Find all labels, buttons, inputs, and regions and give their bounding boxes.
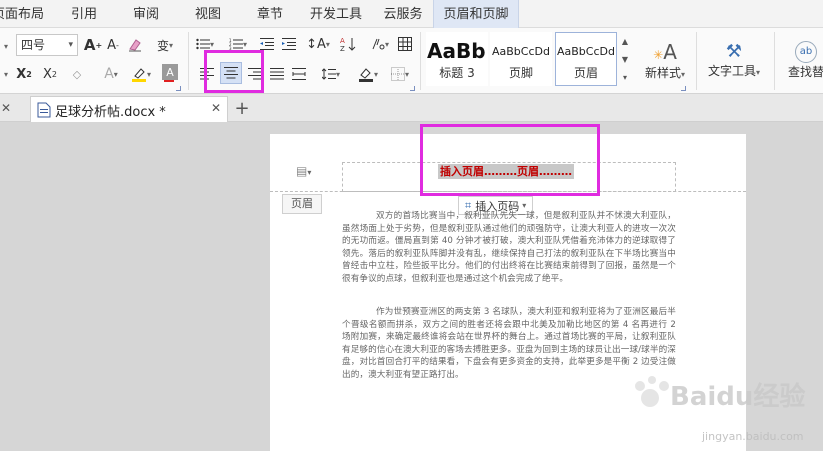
style-name: 页眉 (573, 66, 598, 80)
close-prev-tab-icon[interactable]: ✕ (0, 98, 12, 118)
highlight-color-icon[interactable]: ▾ (128, 64, 154, 84)
close-tab-icon[interactable]: ✕ (211, 101, 221, 115)
text-tools-label: 文字工具 (707, 64, 756, 78)
tab-cloud[interactable]: 云服务 (378, 0, 428, 28)
tab-references[interactable]: 引用 (62, 0, 106, 28)
new-tab-button[interactable]: + (232, 96, 252, 120)
paragraph-dialog-launcher[interactable] (410, 86, 415, 91)
style-name: 页脚 (508, 66, 533, 80)
gallery-more-icon[interactable]: ▾ (619, 68, 631, 86)
gallery-down-icon[interactable]: ▼ (619, 50, 631, 68)
styles-dialog-launcher[interactable] (681, 86, 686, 91)
word-doc-icon (37, 102, 51, 121)
tab-review[interactable]: 审阅 (124, 0, 168, 28)
divider (696, 32, 697, 90)
tab-view[interactable]: 视图 (186, 0, 230, 28)
text-tools-button[interactable]: ⚒ 文字工具▾ (702, 34, 766, 86)
find-replace-icon: ab (795, 40, 817, 63)
style-sample: AaBbCcDd (557, 45, 615, 58)
text-direction-icon[interactable]: ↕A ▾ (304, 34, 332, 54)
style-name: 标题 3 (439, 66, 475, 80)
style-footer[interactable]: AaBbCcDd 页脚 (490, 32, 552, 86)
document-tab-title: 足球分析帖.docx * (55, 105, 166, 120)
subscript-icon[interactable]: X2 (40, 64, 60, 84)
font-dialog-launcher[interactable] (176, 86, 181, 91)
document-tab[interactable]: 足球分析帖.docx * ✕ (30, 96, 228, 122)
document-tab-bar: ✕ 足球分析帖.docx * ✕ + (0, 94, 823, 122)
divider (188, 32, 189, 90)
annotation-highlight-align (204, 50, 264, 93)
gallery-up-icon[interactable]: ▲ (619, 32, 631, 50)
annotation-highlight-header (420, 124, 600, 196)
sort-icon[interactable]: AZ (338, 34, 358, 54)
table-icon[interactable] (396, 34, 414, 54)
border-icon[interactable]: ▾ (386, 64, 414, 84)
style-heading3[interactable]: AaBb( 标题 3 (426, 32, 488, 86)
text-effect-icon[interactable]: A ▾ (98, 64, 124, 84)
baidu-watermark: Baidu经验 jingyan.baidu.com (620, 354, 820, 451)
line-spacing-icon[interactable]: ▾ (318, 64, 344, 84)
svg-text:Z: Z (340, 45, 345, 52)
clear-format-icon[interactable] (126, 34, 144, 56)
clear-icon[interactable]: ◇ (66, 64, 88, 84)
char-shading-icon[interactable]: A (162, 64, 178, 80)
divider (420, 32, 421, 90)
new-style-label: 新样式 (644, 65, 681, 80)
grow-font-icon[interactable]: A + (84, 34, 102, 56)
watermark-brand: Baidu经验 (670, 382, 806, 412)
find-replace-label: 查找替 (787, 64, 823, 79)
style-sample: AaBbCcDd (492, 45, 550, 58)
style-header[interactable]: AaBbCcDd 页眉 (555, 32, 617, 86)
ribbon-toolbar: ▾ 四号 ▾ A+ A- 变▾ ▾ X2 X2 ◇ A▾ ▾ A▾ A ▾ 12… (0, 28, 823, 94)
text-tools-icon: ⚒ (725, 41, 743, 62)
superscript-icon[interactable]: X2 (14, 64, 34, 84)
font-size-select[interactable]: 四号 ▾ (16, 34, 78, 56)
shrink-font-icon[interactable]: A- (104, 34, 122, 56)
increase-indent-icon[interactable] (280, 34, 298, 54)
distributed-align-icon[interactable] (290, 64, 308, 84)
font-name-dropdown-edge[interactable]: ▾ (0, 36, 12, 56)
body-paragraph: 双方的首场比赛当中，叙利亚队先失一球，但是叙利亚队并不怵澳大利亚队，虽然场面上处… (342, 211, 676, 284)
find-replace-button[interactable]: ab 查找替 (782, 34, 823, 86)
font-size-value: 四号 (21, 38, 46, 52)
tab-page-layout[interactable]: 页面布局 (0, 0, 44, 28)
strikethrough-dropdown-edge[interactable]: ▾ (0, 64, 12, 84)
header-label: 页眉 (282, 194, 322, 214)
shading-icon[interactable]: ▾ (354, 64, 382, 84)
style-sample: AaBb( (427, 39, 487, 63)
watermark-url: jingyan.baidu.com (702, 430, 804, 443)
divider (774, 32, 775, 90)
tab-developer[interactable]: 开发工具 (306, 0, 366, 28)
tab-header-footer[interactable]: 页眉和页脚 (433, 0, 519, 28)
page-options-icon[interactable]: ▤▾ (296, 164, 311, 178)
new-style-button[interactable]: ✳A 新样式▾ (638, 34, 692, 86)
show-hide-marks-icon[interactable]: ▾ (368, 34, 392, 54)
svg-text:A: A (340, 37, 345, 45)
phonetic-guide-icon[interactable]: 变 ▾ (152, 34, 178, 56)
menu-bar: 页面布局 引用 审阅 视图 章节 开发工具 云服务 页眉和页脚 (0, 0, 823, 28)
chevron-down-icon: ▾ (68, 40, 73, 50)
justify-icon[interactable] (268, 64, 286, 84)
tab-section[interactable]: 章节 (248, 0, 292, 28)
new-style-icon: ✳A (653, 39, 677, 64)
